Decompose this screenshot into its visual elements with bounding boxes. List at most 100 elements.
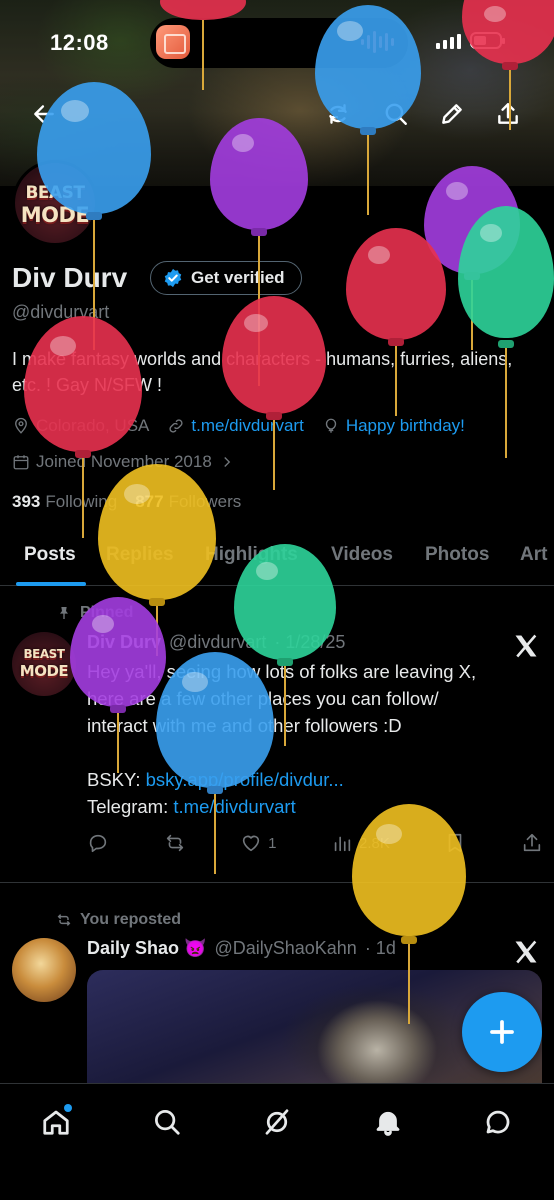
repost-author-name[interactable]: Daily Shao 👿 [87,938,206,959]
post-avatar-logo-bottom: MODE [19,662,69,680]
status-time: 12:08 [50,30,109,55]
joined-item[interactable]: Joined November 2018 [12,452,236,472]
audio-waveform-icon [361,30,394,54]
tab-replies[interactable]: Replies [106,544,174,566]
compose-post-button[interactable] [462,992,542,1072]
x-logo-icon[interactable] [512,632,540,660]
reply-button[interactable] [87,832,109,854]
post-text-line: Hey ya'll, seeing how lots of folks are … [87,661,477,682]
post-divider [0,882,554,883]
profile-handle: @divdurvart [12,302,110,322]
like-button[interactable]: 1 [240,832,276,854]
birthday-item[interactable]: Happy birthday! [322,416,465,436]
grok-icon[interactable] [320,96,356,132]
bsky-label: BSKY: [87,769,141,790]
post-actions: 1 2.8K [87,832,543,854]
followers-stat[interactable]: 877 Followers [135,492,241,512]
website-item[interactable]: t.me/divdurvart [167,416,304,436]
nav-grok[interactable] [257,1102,297,1142]
repost-icon [166,834,183,852]
location-item: Colorado, USA [12,416,149,436]
nav-messages[interactable] [478,1102,518,1142]
repost-small-icon [57,914,71,926]
followers-label: Followers [168,492,242,511]
birthday-text[interactable]: Happy birthday! [346,416,465,436]
search-icon [155,1110,180,1135]
verified-badge-icon [164,268,182,288]
post-date: · 1/28/25 [274,632,346,652]
pinned-post-body[interactable]: Hey ya'll, seeing how lots of folks are … [87,658,537,820]
reposted-label: You reposted [56,911,181,929]
joined-row[interactable]: Joined November 2018 [12,452,254,472]
repost-author-avatar[interactable] [12,938,76,1002]
recorder-app-icon [156,25,190,59]
status-bar: 12:08 [0,0,554,84]
get-verified-label: Get verified [191,268,285,287]
balloon-icon [325,418,337,433]
nav-home[interactable] [36,1102,76,1142]
bookmark-button[interactable] [444,832,466,854]
edit-pencil-icon[interactable] [434,96,470,132]
post-author-avatar[interactable]: BEAST MODE [12,632,76,696]
reposted-text: You reposted [80,911,182,928]
pinned-text: Pinned [80,604,134,621]
notifications-bell-icon [376,1111,400,1136]
location-pin-icon [15,417,27,434]
repost-author-handle[interactable]: @DailyShaoKahn [214,938,356,959]
nav-search[interactable] [147,1102,187,1142]
back-arrow-icon[interactable] [26,96,62,132]
post-author-name[interactable]: Div Durv [87,632,161,653]
tab-art[interactable]: Art [520,544,547,566]
link-icon [169,419,183,433]
following-stat[interactable]: 393 Following [12,492,117,512]
calendar-icon [13,455,29,470]
share-icon[interactable] [490,96,526,132]
views-button[interactable]: 2.8K [331,832,390,854]
location-text: Colorado, USA [36,416,150,435]
heart-icon [242,835,260,852]
plus-icon [490,1020,514,1044]
avatar-logo-top: BEAST [25,183,85,203]
home-notification-dot [64,1104,72,1112]
post-text-line: here are a few other places you can foll… [87,688,439,709]
battery-icon [470,32,505,49]
post-author-handle[interactable]: @divdurvart [169,632,266,653]
share-post-button[interactable] [521,832,543,854]
post-avatar-logo-top: BEAST [23,647,65,661]
like-count: 1 [268,834,277,852]
pin-icon [60,607,68,619]
profile-avatar[interactable]: BEAST MODE [12,160,98,246]
avatar-logo-bottom: MODE [20,203,90,227]
repost-button[interactable] [164,832,186,854]
profile-meta-row: Colorado, USA t.me/divdurvart Happy birt… [12,416,483,436]
media-figure [277,970,487,1090]
telegram-link[interactable]: t.me/divdurvart [173,796,295,817]
tab-photos[interactable]: Photos [425,544,489,566]
telegram-label: Telegram: [87,796,169,817]
following-count: 393 [12,492,41,511]
following-label: Following [45,492,118,511]
follow-stats: 393 Following 877 Followers [12,492,241,512]
followers-count: 877 [135,492,164,511]
cellular-signal-icon [436,33,461,49]
tab-posts[interactable]: Posts [24,544,76,566]
messages-icon [486,1110,510,1134]
repost-time: · 1d [364,938,396,958]
pinned-post-header: Div Durv @divdurvart · 1/28/25 [87,632,345,653]
website-link[interactable]: t.me/divdurvart [191,416,303,436]
bookmark-icon [449,833,462,853]
view-count: 2.8K [358,834,390,852]
tab-videos[interactable]: Videos [331,544,393,566]
get-verified-button[interactable]: Get verified [150,261,302,295]
grok-icon [265,1109,289,1135]
dynamic-island[interactable] [150,18,408,68]
tab-highlights[interactable]: Highlights [205,544,298,566]
repost-header: Daily Shao 👿 @DailyShaoKahn · 1d [87,938,396,959]
active-tab-indicator [16,582,86,586]
pinned-label: Pinned [56,604,133,622]
bsky-link[interactable]: bsky.app/profile/divdur... [146,769,344,790]
nav-notifications[interactable] [368,1102,408,1142]
x-logo-icon[interactable] [512,938,540,966]
search-icon[interactable] [378,96,414,132]
bottom-navigation [0,1083,554,1200]
